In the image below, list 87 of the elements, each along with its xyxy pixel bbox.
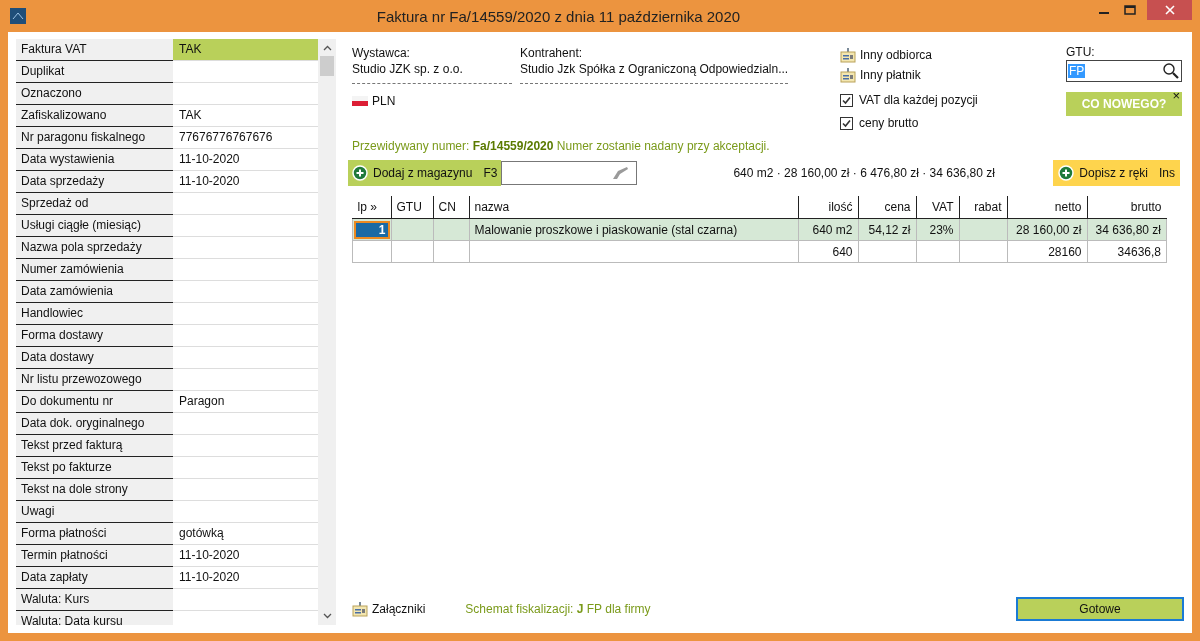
column-header[interactable]: brutto	[1087, 196, 1167, 219]
property-label: Usługi ciągłe (miesiąc)	[16, 215, 173, 236]
predicted-number-text: Przewidywany numer: Fa/14559/2020 Numer zostanie nadany przy akceptacji.	[352, 139, 771, 153]
property-label: Forma dostawy	[16, 325, 173, 346]
column-header[interactable]: ilość	[798, 196, 858, 219]
property-label: Data sprzedaży	[16, 171, 173, 192]
scanner-icon[interactable]	[610, 165, 631, 181]
plus-circle-icon	[1058, 165, 1075, 181]
property-label: Duplikat	[16, 61, 173, 82]
property-label: Nr paragonu fiskalnego	[16, 127, 173, 148]
column-header[interactable]: nazwa	[469, 196, 798, 219]
property-label: Data dok. oryginalnego	[16, 413, 173, 434]
scrollbar[interactable]	[318, 39, 336, 625]
property-label: Data wystawienia	[16, 149, 173, 170]
scroll-down-icon[interactable]	[322, 613, 332, 619]
property-label: Tekst po fakturze	[16, 457, 173, 478]
table-cell: Malowanie proszkowe i piaskowanie (stal czarna)	[474, 222, 738, 237]
table-cell: 54,12 zł	[868, 222, 911, 237]
option-link[interactable]: Inny odbiorca	[860, 45, 933, 65]
option-link[interactable]: Inny płatnik	[860, 65, 921, 85]
totals-summary: 640 m2 · 28 160,00 zł · 6 476,80 zł · 34 636,80 zł	[733, 166, 996, 180]
property-label: Waluta: Data kursu	[16, 611, 173, 625]
column-header[interactable]: rabat	[959, 196, 1007, 219]
selected-row[interactable]: 1 Malowanie proszkowe i piaskowanie (stal czarna) 640 m2 54,12 zł 23% 28 160,00 zł 34 636,80 zł	[352, 218, 1167, 241]
property-label: Tekst przed fakturą	[16, 435, 173, 456]
gtu-label: GTU:	[1066, 45, 1096, 59]
scroll-up-icon[interactable]	[322, 45, 332, 51]
property-label: Handlowiec	[16, 303, 173, 324]
table-cell: 34 636,80 zł	[1095, 222, 1161, 237]
table-cell: 640	[832, 244, 853, 259]
property-label: Forma płatności	[16, 523, 173, 544]
checkbox-label: VAT dla każdej pozycji	[859, 92, 978, 109]
property-label: Oznaczono	[16, 83, 173, 104]
checkbox-label: ceny brutto	[859, 115, 919, 132]
totals-row[interactable]: 640 28160 34636,8	[352, 240, 1167, 263]
issuer-label: Wystawca:	[352, 45, 411, 61]
property-label: Uwagi	[16, 501, 173, 522]
add-from-stock-button[interactable]: Dodaj z magazynu F3	[348, 160, 502, 186]
fiscal-scheme-text: Schemat fiskalizacji: J FP dla firmy	[465, 602, 651, 616]
search-icon[interactable]	[1162, 62, 1180, 80]
contact-card-icon	[840, 47, 856, 63]
property-value[interactable]: TAK	[173, 39, 318, 61]
property-label: Data zapłaty	[16, 567, 173, 588]
issuer-name[interactable]: Studio JZK sp. z o.o.	[352, 61, 512, 77]
close-icon[interactable]	[1164, 5, 1175, 15]
column-header[interactable]: netto	[1007, 196, 1087, 219]
attachments-link[interactable]: Załączniki	[372, 602, 426, 616]
checkbox[interactable]	[840, 93, 853, 107]
contact-card-icon	[840, 67, 856, 83]
column-header[interactable]: GTU	[391, 196, 433, 219]
column-header[interactable]: lp »	[352, 196, 391, 219]
app-icon	[10, 8, 26, 24]
table-cell: 23%	[929, 222, 954, 237]
property-label: Data dostawy	[16, 347, 173, 368]
table-cell: 28 160,00 zł	[1016, 222, 1082, 237]
property-label: Faktura VAT	[16, 39, 173, 60]
table-cell: 28160	[1048, 244, 1082, 259]
counterparty-label: Kontrahent:	[520, 45, 584, 61]
currency-label[interactable]: PLN	[372, 94, 396, 108]
checkbox[interactable]	[840, 116, 853, 130]
add-manually-button[interactable]: Dopisz z ręki Ins	[1053, 160, 1180, 186]
table-cell: 640 m2	[812, 222, 853, 237]
window-title: Faktura nr Fa/14559/2020 z dnia 11 października 2020	[375, 7, 742, 25]
column-header[interactable]: VAT	[916, 196, 959, 219]
property-label: Termin płatności	[16, 545, 173, 566]
property-label: Data zamówienia	[16, 281, 173, 302]
counterparty-name[interactable]: Studio Jzk Spółka z Ograniczoną Odpowiedzialn...	[520, 61, 789, 77]
property-label: Numer zamówienia	[16, 259, 173, 280]
maximize-icon[interactable]	[1124, 5, 1136, 15]
plus-circle-icon	[352, 165, 368, 181]
property-label: Nr listu przewozowego	[16, 369, 173, 390]
column-header[interactable]: CN	[433, 196, 469, 219]
scroll-thumb[interactable]	[320, 56, 334, 76]
property-label: Tekst na dole strony	[16, 479, 173, 500]
property-label: Sprzedaż od	[16, 193, 173, 214]
property-label: Nazwa pola sprzedaży	[16, 237, 173, 258]
property-label: Zafiskalizowano	[16, 105, 173, 126]
contact-card-icon	[352, 601, 368, 617]
property-label: Do dokumentu nr	[16, 391, 173, 412]
property-label: Waluta: Kurs	[16, 589, 173, 610]
row-number-field[interactable]: 1	[354, 220, 390, 239]
whats-new-banner[interactable]: CO NOWEGO? ×	[1066, 92, 1182, 116]
barcode-input-field[interactable]	[501, 161, 638, 185]
table-cell: 34636,8	[1117, 244, 1161, 259]
done-button[interactable]: Gotowe	[1016, 597, 1184, 621]
flag-icon	[352, 96, 368, 106]
column-header[interactable]: cena	[858, 196, 916, 219]
